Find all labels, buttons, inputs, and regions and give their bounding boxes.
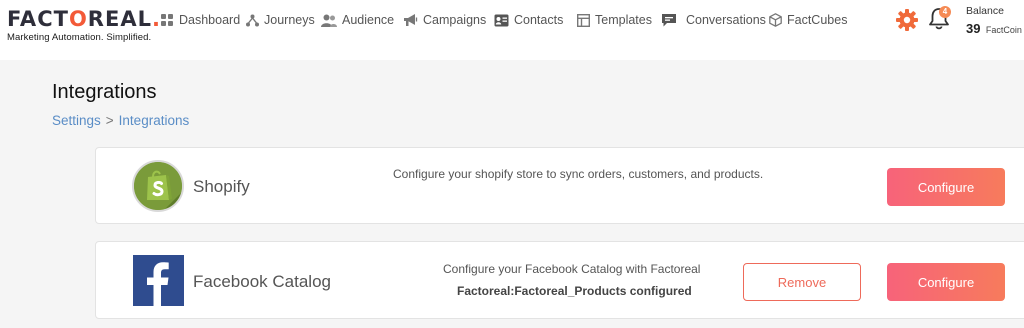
cube-icon [769,13,782,27]
breadcrumb: Settings > Integrations [52,113,189,128]
integration-description: Configure your shopify store to sync ord… [393,167,764,181]
top-navigation-bar: FACTOREAL. Marketing Automation. Simplif… [0,0,1024,60]
nav-label: Templates [595,13,652,27]
nav-label: FactCubes [787,13,848,27]
integration-card-facebook-catalog: Facebook Catalog Configure your Facebook… [95,241,1024,319]
integration-status: Factoreal:Factoreal_Products configured [457,284,692,298]
settings-gear-icon[interactable] [896,9,918,36]
factoreal-logo[interactable]: FACTOREAL. Marketing Automation. Simplif… [7,8,161,43]
balance-widget: Balance 39 FactCoin [966,5,1022,38]
configure-button[interactable]: Configure [887,168,1005,206]
balance-label: Balance [966,5,1004,17]
shopify-logo-icon [132,160,184,212]
facebook-logo-icon [133,255,184,306]
balance-value: 39 [966,21,981,36]
nav-item-factcubes[interactable]: FactCubes [769,13,847,27]
nav-item-journeys[interactable]: Journeys [246,13,315,27]
integration-card-shopify: Shopify Configure your shopify store to … [95,147,1024,224]
nav-label: Campaigns [423,13,487,27]
chat-icon [662,14,676,27]
nav-item-contacts[interactable]: Contacts [494,13,563,27]
nav-label: Dashboard [179,13,241,27]
breadcrumb-settings-link[interactable]: Settings [52,113,101,128]
contacts-icon [494,14,509,26]
nav-label: Conversations [686,13,766,27]
notification-count-badge: 4 [939,6,951,18]
nav-item-templates[interactable]: Templates [577,13,652,27]
megaphone-icon [404,13,418,26]
integration-description: Configure your Facebook Catalog with Fac… [443,262,701,276]
breadcrumb-separator: > [105,113,114,128]
integration-name: Shopify [193,177,250,196]
configure-button[interactable]: Configure [887,263,1005,301]
breadcrumb-integrations-link[interactable]: Integrations [119,113,190,128]
nav-label: Journeys [264,13,315,27]
nav-item-audience[interactable]: Audience [321,13,394,27]
nav-label: Audience [342,13,395,27]
dashboard-icon [161,13,173,26]
balance-unit: FactCoin [985,25,1022,35]
templates-icon [577,13,590,27]
nav-item-conversations[interactable]: Conversations [661,13,766,27]
logo-wordmark: FACTOREAL. [7,7,161,31]
nav-label: Contacts [514,13,564,27]
journeys-icon [246,14,259,26]
integration-name: Facebook Catalog [193,272,331,291]
page-title: Integrations [52,81,157,103]
nav-item-dashboard[interactable]: Dashboard [161,13,240,27]
audience-icon [321,14,337,27]
nav-item-campaigns[interactable]: Campaigns [403,13,486,27]
logo-tagline: Marketing Automation. Simplified. [7,32,152,43]
remove-button[interactable]: Remove [743,263,861,301]
